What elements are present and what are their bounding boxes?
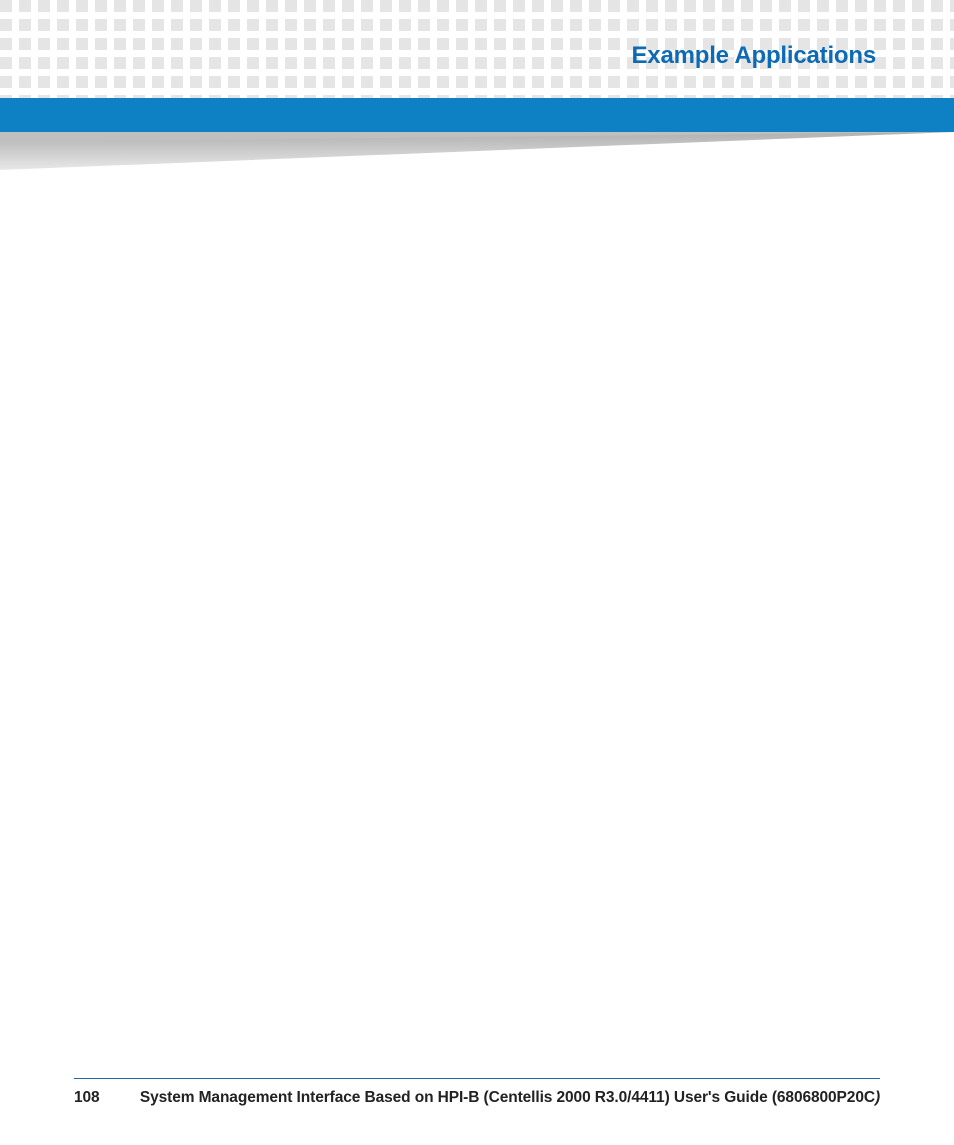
header-blue-bar bbox=[0, 98, 954, 132]
footer-doc-title-main: System Management Interface Based on HPI… bbox=[140, 1089, 875, 1106]
page-number: 108 bbox=[74, 1089, 100, 1107]
section-title: Example Applications bbox=[631, 42, 876, 70]
page-body-empty bbox=[0, 172, 954, 1065]
page-footer: 108 System Management Interface Based on… bbox=[74, 1078, 880, 1107]
footer-rule bbox=[74, 1078, 880, 1079]
footer-line: 108 System Management Interface Based on… bbox=[74, 1089, 880, 1107]
footer-doc-title: System Management Interface Based on HPI… bbox=[140, 1089, 880, 1107]
footer-doc-title-trailing: ) bbox=[875, 1089, 880, 1106]
header-diagonal-divider bbox=[0, 132, 954, 172]
